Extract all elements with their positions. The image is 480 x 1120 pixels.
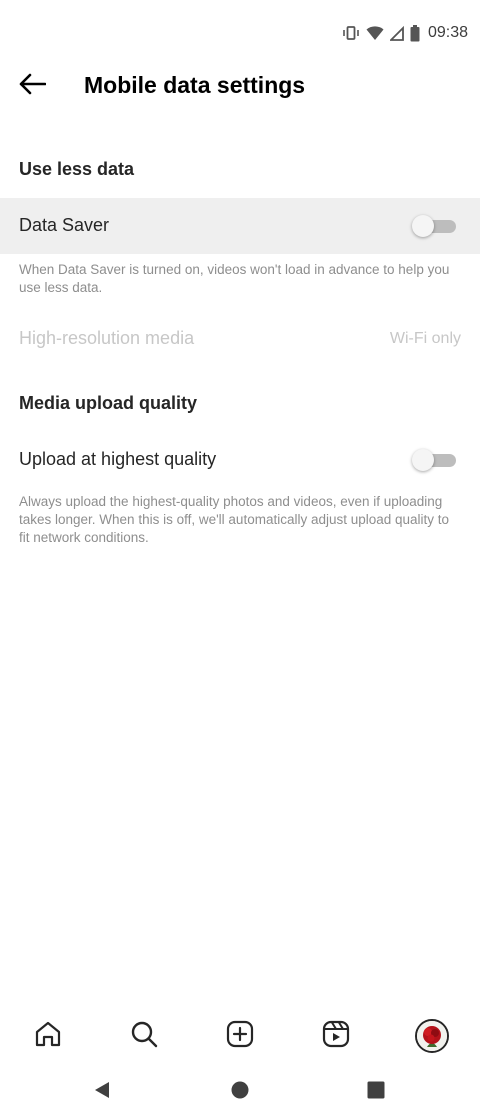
data-saver-toggle[interactable]	[412, 215, 456, 237]
home-icon	[34, 1020, 62, 1053]
use-less-data-heading: Use less data	[19, 159, 135, 179]
data-saver-row[interactable]: Data Saver	[0, 198, 480, 254]
bottom-nav	[0, 1010, 480, 1062]
home-circle-icon	[230, 1080, 250, 1105]
reels-icon	[322, 1020, 350, 1053]
nav-reels[interactable]	[318, 1018, 354, 1054]
recents-square-icon	[366, 1080, 386, 1105]
wifi-icon	[366, 25, 384, 41]
upload-highest-quality-row[interactable]: Upload at highest quality	[0, 432, 480, 488]
page-title: Mobile data settings	[84, 72, 306, 98]
upload-quality-description: Always upload the highest-quality photos…	[19, 494, 450, 545]
nav-search[interactable]	[126, 1018, 162, 1054]
arrow-left-icon	[18, 73, 47, 100]
toggle-thumb	[412, 215, 434, 237]
header: Mobile data settings	[0, 64, 480, 108]
signal-icon	[389, 25, 404, 41]
status-bar: 09:38	[0, 0, 480, 64]
high-resolution-media-value: Wi-Fi only	[389, 330, 461, 347]
search-icon	[130, 1020, 158, 1053]
status-icons: 09:38	[342, 22, 468, 44]
profile-avatar	[415, 1019, 449, 1053]
upload-highest-quality-toggle[interactable]	[412, 449, 456, 471]
system-back-button[interactable]	[90, 1080, 114, 1104]
nav-home[interactable]	[30, 1018, 66, 1054]
back-triangle-icon	[92, 1080, 112, 1105]
nav-profile[interactable]	[414, 1018, 450, 1054]
create-icon	[226, 1020, 254, 1053]
data-saver-description: When Data Saver is turned on, videos won…	[19, 262, 450, 295]
high-resolution-media-row: High-resolution media Wi-Fi only	[0, 311, 480, 367]
status-time: 09:38	[427, 24, 468, 41]
media-upload-quality-heading: Media upload quality	[19, 393, 198, 413]
system-recents-button[interactable]	[364, 1080, 388, 1104]
system-home-button[interactable]	[228, 1080, 252, 1104]
system-nav	[0, 1068, 480, 1116]
data-saver-label: Data Saver	[19, 215, 110, 235]
upload-highest-quality-label: Upload at highest quality	[19, 449, 217, 469]
nav-create[interactable]	[222, 1018, 258, 1054]
toggle-thumb	[412, 449, 434, 471]
back-button[interactable]	[14, 70, 50, 102]
vibrate-icon	[342, 25, 360, 41]
high-resolution-media-label: High-resolution media	[19, 328, 195, 348]
battery-icon	[410, 24, 420, 42]
